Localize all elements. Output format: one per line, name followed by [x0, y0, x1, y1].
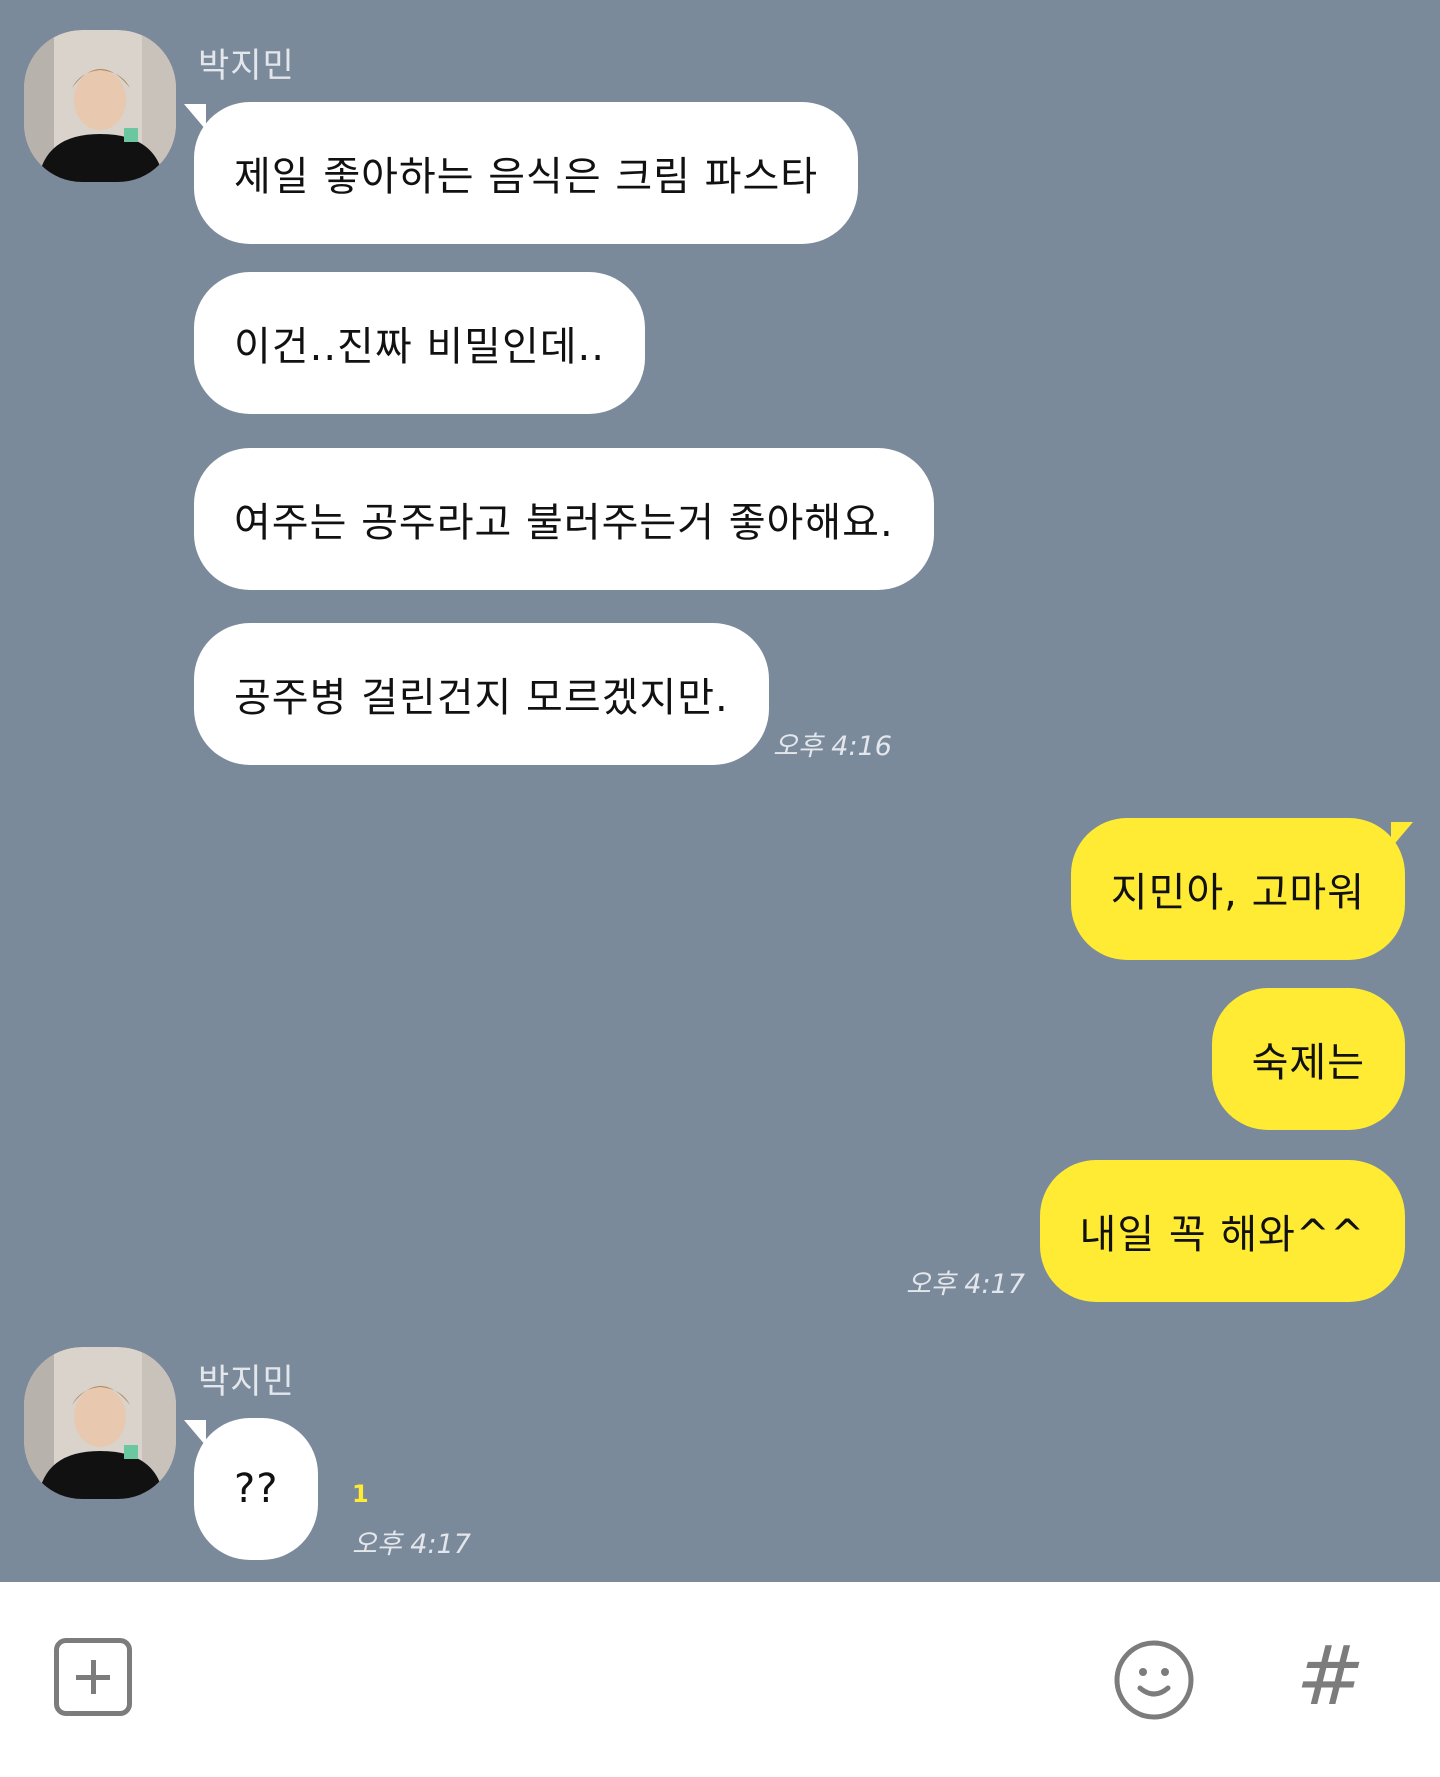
avatar[interactable]: [24, 1347, 176, 1499]
sender-name: 박지민: [198, 46, 295, 86]
message-time: 오후 4:17: [352, 1529, 471, 1560]
message-bubble-incoming[interactable]: ??: [194, 1418, 319, 1560]
plus-icon[interactable]: [54, 1638, 132, 1716]
avatar[interactable]: [24, 30, 176, 182]
message-bubble-outgoing[interactable]: 숙제는: [1211, 988, 1405, 1130]
hash-icon[interactable]: #: [1296, 1634, 1365, 1720]
message-time: 오후 4:17: [906, 1269, 1025, 1300]
message-bubble-outgoing[interactable]: 내일 꼭 해와^^: [1039, 1160, 1405, 1302]
sender-name: 박지민: [198, 1362, 295, 1402]
input-bar: #: [0, 1582, 1440, 1777]
emoticon-icon[interactable]: [1112, 1638, 1196, 1722]
profile-photo: [24, 30, 176, 182]
profile-photo: [24, 1347, 176, 1499]
message-bubble-outgoing[interactable]: 지민아, 고마워: [1070, 818, 1405, 960]
message-bubble-incoming[interactable]: 여주는 공주라고 불러주는거 좋아해요.: [194, 448, 934, 590]
unread-count: 1: [352, 1480, 369, 1508]
message-bubble-incoming[interactable]: 공주병 걸린건지 모르겠지만.: [194, 623, 769, 765]
message-bubble-incoming[interactable]: 이건..진짜 비밀인데..: [194, 272, 645, 414]
message-time: 오후 4:16: [773, 731, 892, 762]
chat-area[interactable]: 박지민 제일 좋아하는 음식은 크림 파스타 이건..진짜 비밀인데.. 여주는…: [0, 0, 1440, 1582]
message-bubble-incoming[interactable]: 제일 좋아하는 음식은 크림 파스타: [194, 102, 859, 244]
